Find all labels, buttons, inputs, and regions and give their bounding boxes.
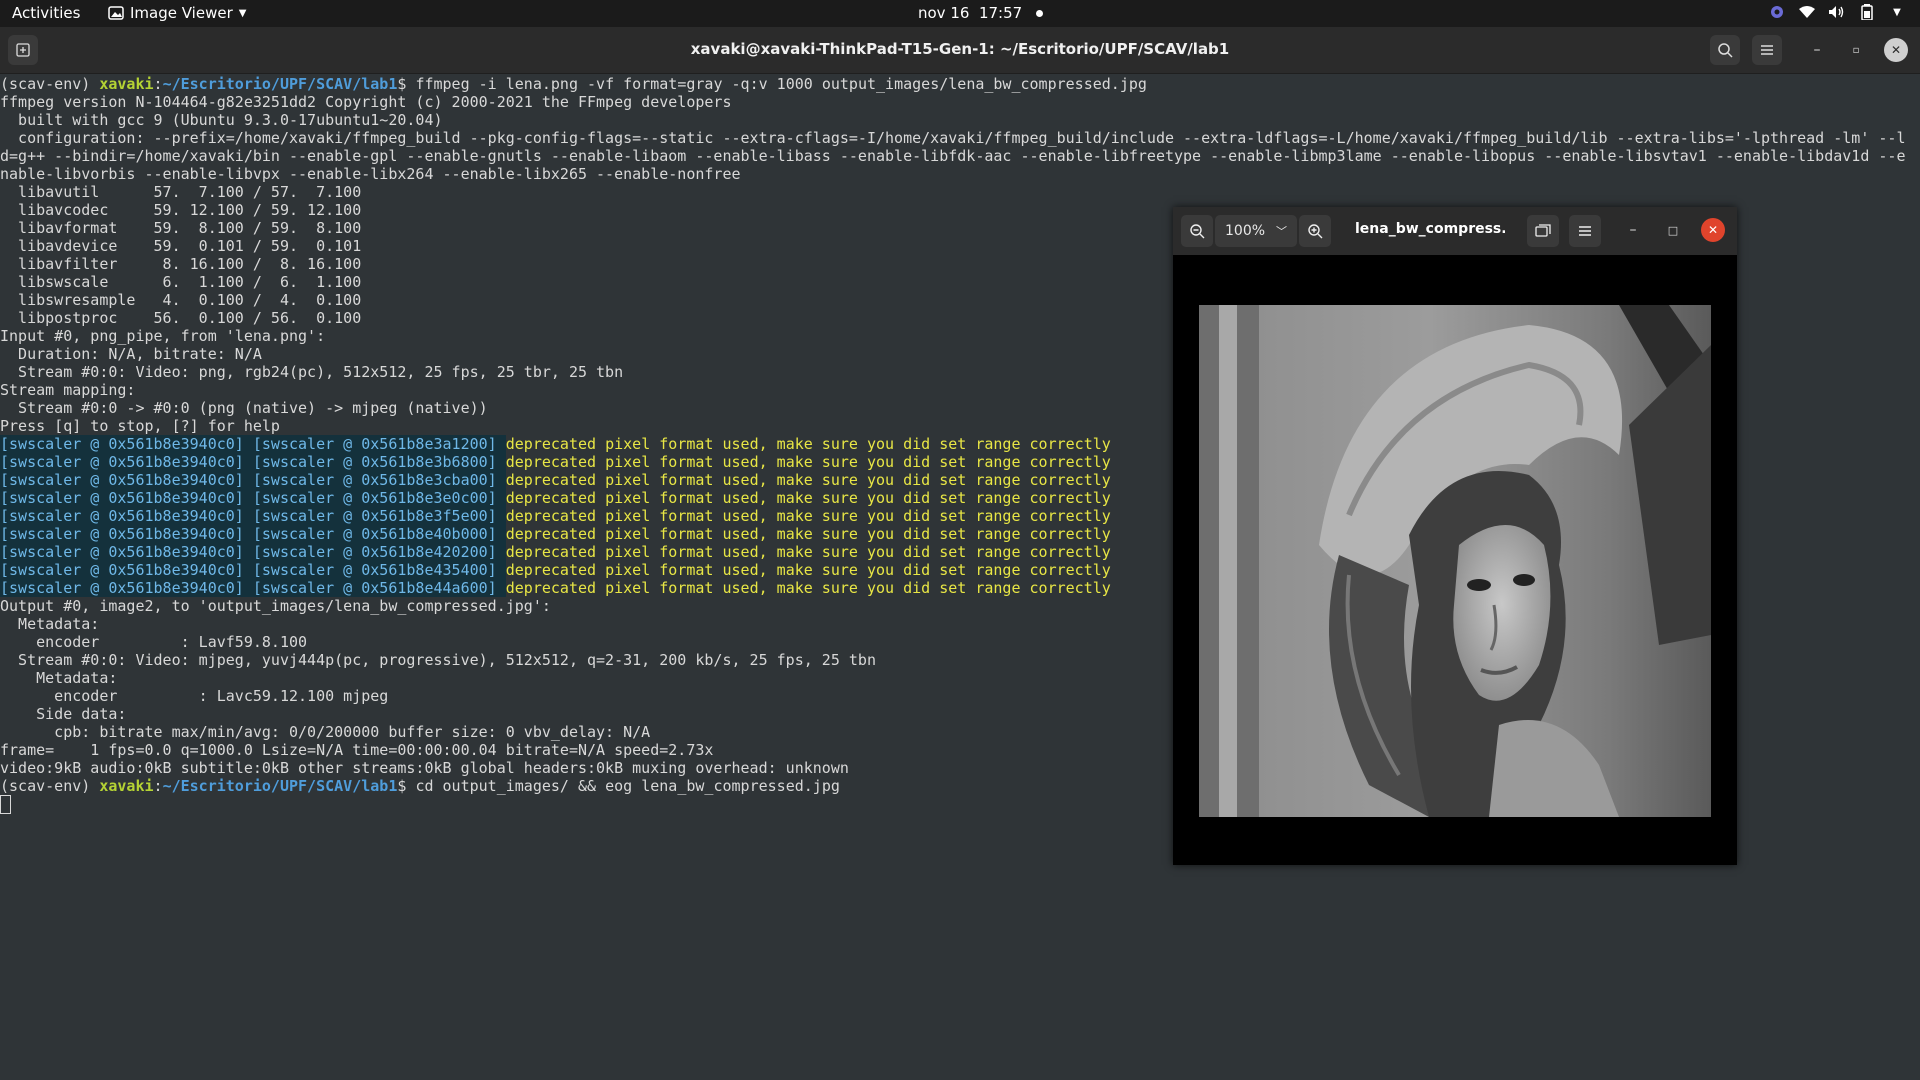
minimize-icon: – — [1629, 222, 1637, 238]
swscaler-prefix: [swscaler @ 0x561b8e3940c0] [swscaler @ … — [0, 435, 497, 453]
maximize-icon: ▫ — [1852, 44, 1860, 56]
app-menu[interactable]: Image Viewer ▼ — [108, 4, 246, 22]
image-canvas[interactable] — [1173, 255, 1737, 865]
image-viewer-title: lena_bw_compress... — [1355, 221, 1505, 237]
hamburger-menu-icon — [1761, 45, 1773, 55]
image-viewer-app-icon — [108, 6, 124, 20]
terminal-output-line: built with gcc 9 (Ubuntu 9.3.0-17ubuntu1… — [0, 111, 443, 129]
terminal-output-line: libavutil 57. 7.100 / 57. 7.100 — [0, 183, 362, 201]
gallery-icon — [1535, 224, 1551, 237]
terminal-output-line: nable-libvorbis --enable-libvpx --enable… — [0, 165, 741, 183]
minimize-button[interactable]: – — [1805, 38, 1829, 62]
search-button[interactable] — [1710, 35, 1740, 65]
swscaler-prefix: [swscaler @ 0x561b8e3940c0] [swscaler @ … — [0, 561, 497, 579]
gallery-button[interactable] — [1527, 215, 1559, 247]
top-bar: Activities Image Viewer ▼ nov 16 17:57 ▼ — [0, 0, 1920, 27]
search-icon — [1718, 43, 1733, 58]
hamburger-menu-icon — [1579, 226, 1591, 236]
menu-button[interactable] — [1752, 35, 1782, 65]
zoom-in-icon — [1308, 224, 1323, 239]
system-tray[interactable]: ▼ — [1768, 3, 1906, 21]
viewer-maximize-button[interactable]: □ — [1661, 218, 1685, 242]
text-cursor — [0, 795, 11, 814]
extension-icon[interactable] — [1768, 3, 1786, 21]
zoom-level-value: 100% — [1225, 223, 1266, 239]
terminal-output-line: configuration: --prefix=/home/xavaki/ffm… — [0, 129, 1906, 147]
deprecation-warning-text: deprecated pixel format used, make sure … — [505, 489, 1111, 507]
swscaler-prefix: [swscaler @ 0x561b8e3940c0] [swscaler @ … — [0, 453, 497, 471]
minimize-icon: – — [1813, 42, 1821, 58]
deprecation-warning-text: deprecated pixel format used, make sure … — [505, 507, 1111, 525]
activities-button[interactable]: Activities — [12, 4, 80, 22]
wifi-icon[interactable] — [1798, 3, 1816, 21]
volume-icon[interactable] — [1828, 3, 1846, 21]
swscaler-prefix: [swscaler @ 0x561b8e3940c0] [swscaler @ … — [0, 525, 497, 543]
terminal-output-line: ffmpeg version N-104464-g82e3251dd2 Copy… — [0, 93, 732, 111]
grayscale-portrait-image — [1199, 305, 1711, 817]
swscaler-prefix: [swscaler @ 0x561b8e3940c0] [swscaler @ … — [0, 489, 497, 507]
notification-dot-icon — [1036, 9, 1044, 17]
swscaler-prefix: [swscaler @ 0x561b8e3940c0] [swscaler @ … — [0, 471, 497, 489]
swscaler-prefix: [swscaler @ 0x561b8e3940c0] [swscaler @ … — [0, 579, 497, 597]
battery-icon[interactable] — [1858, 3, 1876, 21]
prompt-line: (scav-env) xavaki:~/Escritorio/UPF/SCAV/… — [0, 75, 1147, 93]
swscaler-prefix: [swscaler @ 0x561b8e3940c0] [swscaler @ … — [0, 507, 497, 525]
dropdown-arrow-icon: ▼ — [238, 7, 247, 19]
deprecation-warning-text: deprecated pixel format used, make sure … — [505, 579, 1111, 597]
viewer-close-button[interactable]: ✕ — [1701, 218, 1725, 242]
command-text: cd output_images/ && eog lena_bw_compres… — [415, 777, 840, 795]
deprecation-warning-text: deprecated pixel format used, make sure … — [505, 543, 1111, 561]
system-menu-arrow-icon[interactable]: ▼ — [1888, 3, 1906, 21]
clock-date-time: nov 16 17:57 — [918, 4, 1023, 22]
deprecation-warning-text: deprecated pixel format used, make sure … — [505, 525, 1111, 543]
image-viewer-window[interactable]: 100% ﹀ lena_bw_compress... – □ ✕ — [1173, 207, 1737, 865]
deprecation-warning-text: deprecated pixel format used, make sure … — [505, 561, 1111, 579]
zoom-level-dropdown[interactable]: 100% ﹀ — [1215, 215, 1297, 247]
app-menu-label: Image Viewer — [130, 4, 233, 22]
zoom-out-icon — [1190, 224, 1205, 239]
viewer-minimize-button[interactable]: – — [1621, 218, 1645, 242]
close-icon: ✕ — [1890, 43, 1902, 57]
zoom-out-button[interactable] — [1181, 215, 1213, 247]
terminal-title: xavaki@xavaki-ThinkPad-T15-Gen-1: ~/Escr… — [690, 40, 1230, 58]
close-button[interactable]: ✕ — [1884, 38, 1908, 62]
terminal-header-bar[interactable]: xavaki@xavaki-ThinkPad-T15-Gen-1: ~/Escr… — [0, 27, 1920, 74]
image-viewer-header[interactable]: 100% ﹀ lena_bw_compress... – □ ✕ — [1173, 207, 1737, 255]
maximize-button[interactable]: ▫ — [1844, 38, 1868, 62]
deprecation-warning-text: deprecated pixel format used, make sure … — [505, 471, 1111, 489]
command-text: ffmpeg -i lena.png -vf format=gray -q:v … — [415, 75, 1147, 93]
clock[interactable]: nov 16 17:57 — [918, 4, 1044, 22]
deprecation-warning-text: deprecated pixel format used, make sure … — [505, 435, 1111, 453]
terminal-output-line: d=g++ --bindir=/home/xavaki/bin --enable… — [0, 147, 1906, 165]
zoom-in-button[interactable] — [1299, 215, 1331, 247]
maximize-icon: □ — [1667, 223, 1679, 237]
deprecation-warning-text: deprecated pixel format used, make sure … — [505, 453, 1111, 471]
close-icon: ✕ — [1707, 223, 1719, 237]
chevron-down-icon: ﹀ — [1276, 225, 1287, 238]
swscaler-prefix: [swscaler @ 0x561b8e3940c0] [swscaler @ … — [0, 543, 497, 561]
viewer-menu-button[interactable] — [1569, 215, 1601, 247]
